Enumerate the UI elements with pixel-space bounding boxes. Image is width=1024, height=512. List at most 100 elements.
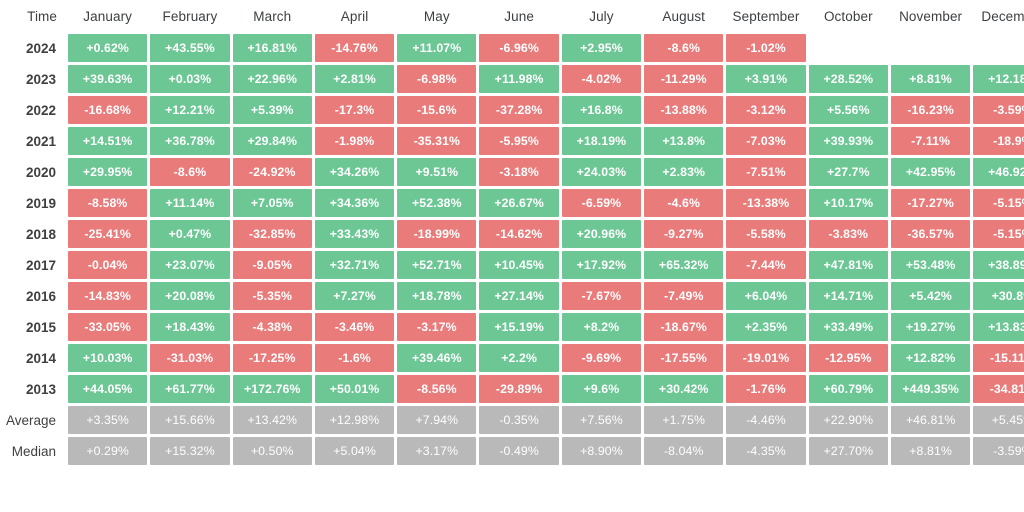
cell-2020-june: -3.18% <box>479 158 559 186</box>
cell-2023-february: +0.03% <box>150 65 230 93</box>
cell-average-august: +1.75% <box>644 406 724 434</box>
cell-2024-april: -14.76% <box>314 34 395 62</box>
cell-2013-december: -34.81% <box>973 375 1024 403</box>
column-header-october: October <box>808 3 888 31</box>
cell-2013-september: -1.76% <box>726 375 806 403</box>
cell-2024-november <box>891 34 970 62</box>
column-header-june: June <box>479 3 559 31</box>
cell-2019-november: -17.27% <box>890 189 971 217</box>
cell-2022-april: -17.3% <box>314 96 395 124</box>
cell-2015-december: +13.83% <box>973 313 1024 341</box>
cell-2013-april: +50.01% <box>314 375 395 403</box>
cell-2013-may: -8.56% <box>397 375 477 403</box>
cell-2016-july: -7.67% <box>561 282 642 310</box>
cell-2015-january: -33.05% <box>68 313 148 341</box>
cell-2017-july: +17.92% <box>561 251 642 279</box>
cell-2020-december: +46.92% <box>973 158 1024 186</box>
column-header-march: March <box>232 3 312 31</box>
table-row: 2023 +39.63% +0.03% +22.96% +2.81% -6.98% +11.… <box>3 65 1024 93</box>
cell-median-september: -4.35% <box>726 437 806 465</box>
cell-median-june: -0.49% <box>479 437 559 465</box>
table-row: 2014 +10.03% -31.03% -17.25% -1.6% +39.46% +2.… <box>3 344 1024 372</box>
monthly-returns-heatmap-table: Time January February March April May June Jul… <box>0 0 1024 468</box>
cell-median-october: +27.70% <box>808 437 888 465</box>
cell-2022-december: -3.59% <box>973 96 1024 124</box>
cell-2020-july: +24.03% <box>561 158 642 186</box>
cell-2023-july: -4.02% <box>561 65 642 93</box>
row-header-2020: 2020 <box>3 158 65 186</box>
cell-2015-february: +18.43% <box>150 313 230 341</box>
cell-2022-january: -16.68% <box>68 96 148 124</box>
cell-2017-april: +32.71% <box>314 251 395 279</box>
cell-2016-january: -14.83% <box>68 282 148 310</box>
cell-2023-january: +39.63% <box>68 65 148 93</box>
cell-2013-june: -29.89% <box>479 375 559 403</box>
cell-2016-june: +27.14% <box>479 282 559 310</box>
cell-2018-february: +0.47% <box>150 220 230 248</box>
cell-2015-july: +8.2% <box>561 313 642 341</box>
cell-2024-september: -1.02% <box>726 34 806 62</box>
cell-2021-december: -18.9% <box>973 127 1024 155</box>
row-header-2021: 2021 <box>3 127 65 155</box>
cell-2017-february: +23.07% <box>150 251 230 279</box>
column-header-december: December <box>973 3 1024 31</box>
cell-2020-november: +42.95% <box>890 158 971 186</box>
cell-2020-march: -24.92% <box>232 158 312 186</box>
cell-2016-december: +30.8% <box>973 282 1024 310</box>
cell-2024-july: +2.95% <box>561 34 642 62</box>
cell-2018-january: -25.41% <box>68 220 148 248</box>
cell-2018-november: -36.57% <box>890 220 971 248</box>
row-header-2022: 2022 <box>3 96 65 124</box>
cell-2021-september: -7.03% <box>726 127 806 155</box>
cell-2022-june: -37.28% <box>479 96 559 124</box>
row-header-2014: 2014 <box>3 344 65 372</box>
cell-2020-september: -7.51% <box>726 158 806 186</box>
table-row: 2018 -25.41% +0.47% -32.85% +33.43% -18.99% -1… <box>3 220 1024 248</box>
column-header-february: February <box>150 3 230 31</box>
row-header-average: Average <box>3 406 65 434</box>
table-row: 2024 +0.62% +43.55% +16.81% -14.76% +11.07% -6… <box>3 34 1024 62</box>
cell-2014-february: -31.03% <box>150 344 230 372</box>
cell-average-april: +12.98% <box>314 406 395 434</box>
cell-2014-april: -1.6% <box>314 344 395 372</box>
cell-median-january: +0.29% <box>68 437 148 465</box>
cell-average-november: +46.81% <box>890 406 971 434</box>
cell-2023-april: +2.81% <box>314 65 395 93</box>
cell-2024-june: -6.96% <box>479 34 559 62</box>
cell-2018-december: -5.15% <box>973 220 1024 248</box>
cell-2023-december: +12.18% <box>973 65 1024 93</box>
cell-2020-october: +27.7% <box>808 158 888 186</box>
heatmap-table-page: Time January February March April May June Jul… <box>0 0 1024 512</box>
cell-2019-may: +52.38% <box>397 189 477 217</box>
cell-2024-march: +16.81% <box>232 34 312 62</box>
cell-2023-may: -6.98% <box>397 65 477 93</box>
cell-2022-october: +5.56% <box>808 96 888 124</box>
cell-2019-april: +34.36% <box>314 189 395 217</box>
cell-2019-september: -13.38% <box>726 189 806 217</box>
cell-2014-july: -9.69% <box>561 344 642 372</box>
cell-2020-august: +2.83% <box>644 158 724 186</box>
cell-2016-february: +20.08% <box>150 282 230 310</box>
cell-2017-october: +47.81% <box>808 251 888 279</box>
row-header-2016: 2016 <box>3 282 65 310</box>
cell-2022-may: -15.6% <box>397 96 477 124</box>
table-row: 2022 -16.68% +12.21% +5.39% -17.3% -15.6% -37.… <box>3 96 1024 124</box>
table-row: Average +3.35% +15.66% +13.42% +12.98% +7.94%… <box>3 406 1024 434</box>
table-row: 2015 -33.05% +18.43% -4.38% -3.46% -3.17% +15.… <box>3 313 1024 341</box>
cell-2014-december: -15.11% <box>973 344 1024 372</box>
cell-2015-may: -3.17% <box>397 313 477 341</box>
cell-2019-august: -4.6% <box>644 189 724 217</box>
cell-median-may: +3.17% <box>397 437 477 465</box>
cell-2023-march: +22.96% <box>232 65 312 93</box>
row-header-2018: 2018 <box>3 220 65 248</box>
row-header-2015: 2015 <box>3 313 65 341</box>
cell-median-april: +5.04% <box>314 437 395 465</box>
cell-2017-november: +53.48% <box>890 251 971 279</box>
cell-2021-november: -7.11% <box>890 127 971 155</box>
cell-2015-march: -4.38% <box>232 313 312 341</box>
cell-2016-may: +18.78% <box>397 282 477 310</box>
cell-2021-august: +13.8% <box>644 127 724 155</box>
cell-2019-october: +10.17% <box>808 189 888 217</box>
cell-2021-july: +18.19% <box>561 127 642 155</box>
cell-2017-june: +10.45% <box>479 251 559 279</box>
